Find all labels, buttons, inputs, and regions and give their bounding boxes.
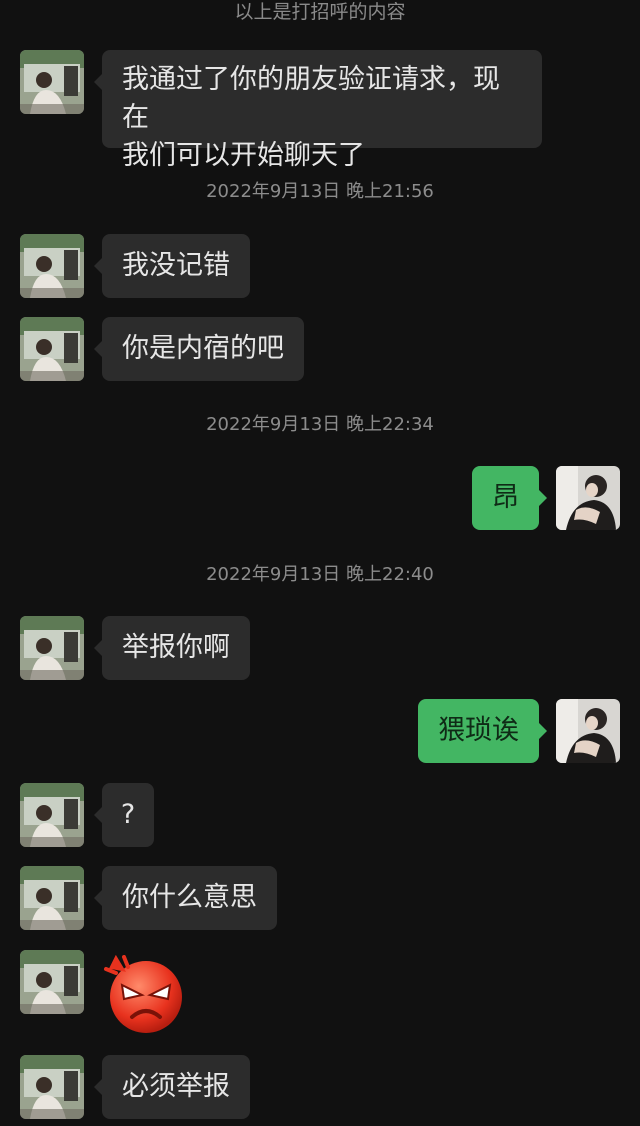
message-bubble[interactable]: 举报你啊 bbox=[94, 616, 250, 680]
message-text: 举报你啊 bbox=[122, 632, 230, 663]
message-text: 我没记错 bbox=[122, 250, 230, 281]
system-notice: 以上是打招呼的内容 bbox=[234, 1, 406, 23]
message-text: 你什么意思 bbox=[122, 882, 257, 913]
message-text: 必须举报 bbox=[122, 1071, 230, 1102]
message-bubble[interactable]: ? bbox=[94, 783, 154, 847]
contact-avatar[interactable] bbox=[20, 317, 84, 381]
message-text: ? bbox=[120, 799, 136, 830]
my-avatar[interactable] bbox=[556, 699, 620, 763]
contact-avatar[interactable] bbox=[20, 616, 84, 680]
message-text: 猥琐诶 bbox=[438, 715, 519, 746]
message-bubble[interactable]: 你什么意思 bbox=[94, 866, 277, 930]
message-text: 你是内宿的吧 bbox=[122, 333, 284, 364]
message-bubble[interactable]: 我通过了你的朋友验证请求，现在 我们可以开始聊天了 bbox=[94, 50, 542, 171]
message-bubble[interactable]: 昂 bbox=[472, 466, 547, 530]
contact-avatar[interactable] bbox=[20, 866, 84, 930]
timestamp: 2022年9月13日 晚上21:56 bbox=[206, 181, 434, 202]
message-text: 我通过了你的朋友验证请求，现在 bbox=[122, 64, 500, 133]
contact-avatar[interactable] bbox=[20, 234, 84, 298]
timestamp: 2022年9月13日 晚上22:40 bbox=[206, 564, 434, 585]
contact-avatar[interactable] bbox=[20, 50, 84, 114]
contact-avatar[interactable] bbox=[20, 783, 84, 847]
message-bubble[interactable]: 猥琐诶 bbox=[418, 699, 547, 763]
message-bubble[interactable]: 必须举报 bbox=[94, 1055, 250, 1119]
timestamp: 2022年9月13日 晚上22:34 bbox=[206, 414, 434, 435]
message-bubble[interactable]: 你是内宿的吧 bbox=[94, 317, 304, 381]
my-avatar[interactable] bbox=[556, 466, 620, 530]
message-bubble[interactable]: 我没记错 bbox=[94, 234, 250, 298]
contact-avatar[interactable] bbox=[20, 950, 84, 1014]
message-text: 我们可以开始聊天了 bbox=[122, 140, 365, 171]
message-text: 昂 bbox=[492, 482, 519, 513]
contact-avatar[interactable] bbox=[20, 1055, 84, 1119]
angry-face-emoji[interactable] bbox=[102, 954, 186, 1035]
